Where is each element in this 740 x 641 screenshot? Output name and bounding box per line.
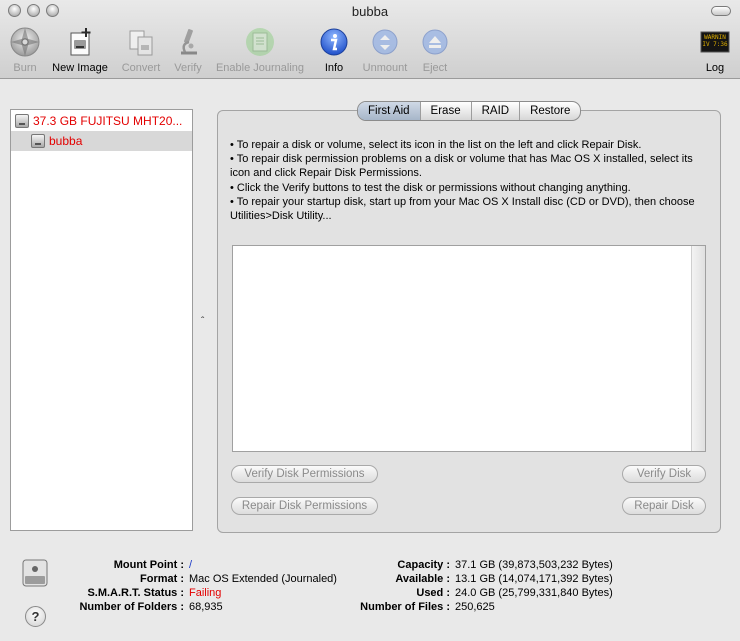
- log-button[interactable]: WARNIN IV 7:36 Log: [698, 26, 732, 74]
- new-image-icon: [64, 26, 96, 58]
- log-scrollbar[interactable]: [691, 246, 705, 451]
- info-smart-status: S.M.A.R.T. Status : Failing: [60, 586, 221, 600]
- verify-disk-button[interactable]: Verify Disk: [622, 465, 706, 483]
- unmount-label: Unmount: [362, 62, 408, 74]
- info-icon: [318, 26, 350, 58]
- eject-label: Eject: [422, 62, 448, 74]
- info-folders: Number of Folders : 68,935: [60, 600, 223, 614]
- console-log-icon: WARNIN IV 7:36: [699, 26, 731, 58]
- disk-list-item-volume[interactable]: bubba: [11, 131, 192, 151]
- unmount-icon: [369, 26, 401, 58]
- window-title: bubba: [351, 4, 389, 19]
- burn-label: Burn: [13, 62, 37, 74]
- tab-erase[interactable]: Erase: [419, 102, 471, 120]
- info-mount-point: Mount Point : /: [60, 558, 192, 572]
- mount-point-link[interactable]: /: [184, 558, 192, 572]
- instruction-line: • To repair your startup disk, start up …: [230, 195, 698, 223]
- info-files: Number of Files : 250,625: [330, 600, 495, 614]
- microscope-icon: [172, 26, 204, 58]
- used-value: 24.0 GB (25,799,331,840 Bytes): [455, 587, 613, 599]
- verify-button[interactable]: Verify: [170, 26, 206, 74]
- first-aid-instructions: • To repair a disk or volume, select its…: [230, 138, 710, 223]
- mount-point-label: Mount Point :: [113, 559, 184, 571]
- convert-label: Convert: [121, 62, 161, 74]
- smart-status-value: Failing: [189, 587, 222, 599]
- folders-value: 68,935: [189, 601, 223, 613]
- enable-journaling-button[interactable]: Enable Journaling: [212, 26, 308, 74]
- info-button[interactable]: Info: [318, 26, 350, 74]
- toolbar-toggle-button[interactable]: [711, 6, 731, 16]
- hard-disk-icon: [15, 114, 29, 128]
- new-image-label: New Image: [52, 62, 108, 74]
- info-used: Used : 24.0 GB (25,799,331,840 Bytes): [330, 586, 613, 600]
- convert-button[interactable]: Convert: [118, 26, 164, 74]
- tab-bar: First Aid Erase RAID Restore: [357, 101, 582, 121]
- files-value: 250,625: [455, 601, 495, 613]
- format-value: Mac OS Extended (Journaled): [189, 573, 337, 585]
- repair-disk-button[interactable]: Repair Disk: [622, 497, 706, 515]
- available-value: 13.1 GB (14,074,171,392 Bytes): [455, 573, 613, 585]
- window-toolbar: bubba Burn New Image Convert Verify Enab…: [0, 0, 740, 79]
- help-button[interactable]: ?: [25, 606, 46, 627]
- tab-restore[interactable]: Restore: [519, 102, 580, 120]
- selected-volume-icon: [21, 558, 49, 588]
- instruction-line: • To repair a disk or volume, select its…: [230, 139, 642, 151]
- splitter-handle[interactable]: ˆ: [201, 316, 204, 327]
- verify-label: Verify: [174, 62, 202, 74]
- disk-utility-window: bubba Burn New Image Convert Verify Enab…: [0, 0, 740, 641]
- disk-list-item-disk[interactable]: 37.3 GB FUJITSU MHT20...: [11, 111, 192, 131]
- new-image-button[interactable]: New Image: [49, 26, 111, 74]
- convert-icon: [125, 26, 157, 58]
- available-label: Available :: [395, 573, 450, 585]
- first-aid-log[interactable]: [232, 245, 706, 452]
- burn-icon: [9, 26, 41, 58]
- capacity-label: Capacity :: [397, 559, 450, 571]
- repair-disk-permissions-button[interactable]: Repair Disk Permissions: [231, 497, 378, 515]
- burn-button[interactable]: Burn: [8, 26, 42, 74]
- unmount-button[interactable]: Unmount: [358, 26, 412, 74]
- info-available: Available : 13.1 GB (14,074,171,392 Bytes…: [330, 572, 613, 586]
- eject-button[interactable]: Eject: [418, 26, 452, 74]
- enable-journaling-label: Enable Journaling: [215, 62, 305, 74]
- used-label: Used :: [416, 587, 450, 599]
- eject-icon: [419, 26, 451, 58]
- smart-status-label: S.M.A.R.T. Status :: [87, 587, 184, 599]
- files-label: Number of Files :: [360, 601, 450, 613]
- info-capacity: Capacity : 37.1 GB (39,873,503,232 Bytes): [330, 558, 613, 572]
- disk-list: 37.3 GB FUJITSU MHT20... bubba: [10, 109, 193, 531]
- log-icon-text: WARNIN IV 7:36: [702, 34, 728, 48]
- log-label: Log: [705, 62, 725, 74]
- folders-label: Number of Folders :: [79, 601, 184, 613]
- capacity-value: 37.1 GB (39,873,503,232 Bytes): [455, 559, 613, 571]
- journal-icon: [244, 26, 276, 58]
- volume-icon: [31, 134, 45, 148]
- info-format: Format : Mac OS Extended (Journaled): [60, 572, 337, 586]
- tab-raid[interactable]: RAID: [470, 102, 519, 120]
- instruction-line: • Click the Verify buttons to test the d…: [230, 181, 631, 194]
- verify-disk-permissions-button[interactable]: Verify Disk Permissions: [231, 465, 378, 483]
- format-label: Format :: [140, 573, 184, 585]
- volume-name: bubba: [49, 134, 83, 148]
- instruction-line: • To repair disk permission problems on …: [230, 153, 696, 180]
- disk-name: 37.3 GB FUJITSU MHT20...: [33, 114, 183, 128]
- tab-first-aid[interactable]: First Aid: [358, 102, 420, 120]
- info-label: Info: [324, 62, 344, 74]
